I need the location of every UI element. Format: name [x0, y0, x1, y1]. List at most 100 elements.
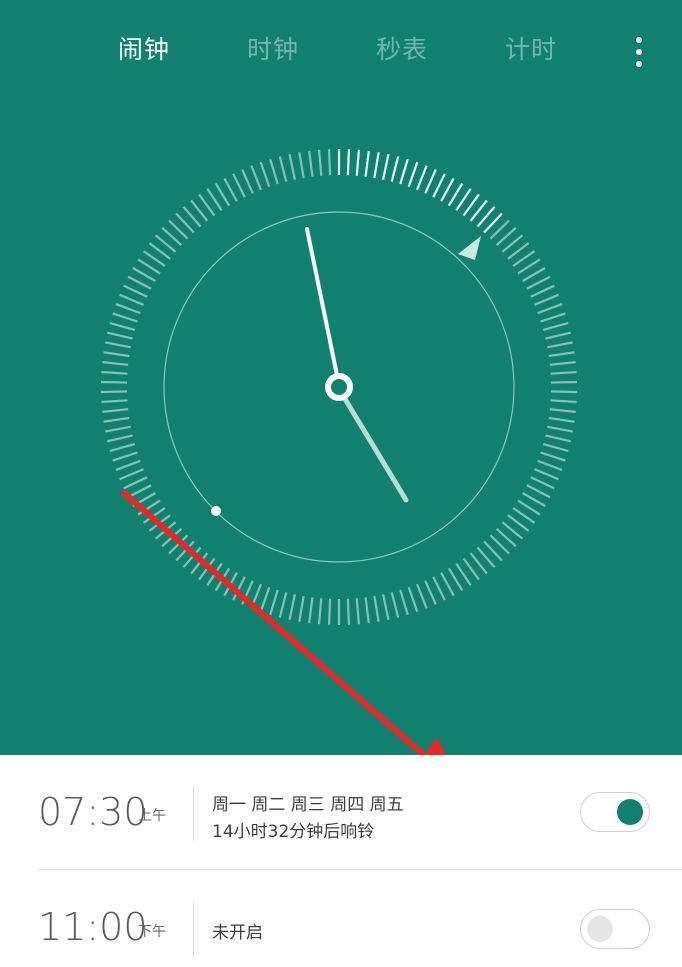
dial-tick [530, 284, 555, 298]
annotation-arrow [121, 490, 447, 755]
alarm-hero-panel: 闹钟 时钟 秒表 计时 [0, 0, 682, 755]
alarm-toggle[interactable] [580, 909, 650, 949]
dial-tick [105, 341, 131, 349]
dial-tick [547, 425, 573, 433]
tab-alarm[interactable]: 闹钟 [118, 30, 170, 70]
dial-tick [278, 592, 288, 618]
alarm-status: 未开启 [212, 923, 263, 943]
tab-stopwatch[interactable]: 秒表 [376, 30, 428, 70]
dial-tick [550, 390, 577, 394]
dial-tick [119, 468, 144, 481]
dial-tick [317, 598, 323, 625]
dial-tick [308, 597, 314, 624]
dial-tick [399, 589, 409, 616]
alarm-time: 11:00 [38, 905, 148, 949]
dial-tick [288, 594, 296, 621]
dial-tick [101, 390, 128, 394]
dial-tick [105, 425, 131, 433]
dial-tick [109, 442, 136, 453]
minute-hand [305, 227, 341, 387]
alarm-list: 07:30 上午 周一 周二 周三 周四 周五 14小时32分钟后响铃 11:0… [0, 755, 682, 967]
dial-tick [534, 468, 559, 481]
dial-tick [547, 341, 573, 349]
alarm-ampm: 上午 [138, 808, 166, 824]
dial-tick [390, 156, 400, 182]
dial-tick [549, 361, 576, 366]
dial-tick [107, 331, 133, 340]
dial-tick [123, 284, 148, 298]
alarm-ampm: 下午 [138, 924, 166, 940]
dial-tick [355, 598, 361, 625]
dial-tick [542, 321, 569, 332]
alarm-row-1100[interactable]: 11:00 下午 未开启 [0, 870, 682, 967]
dial-tick [269, 589, 279, 616]
vertical-divider [193, 787, 194, 841]
alarm-countdown: 14小时32分钟后响铃 [212, 822, 375, 842]
more-vertical-icon[interactable] [624, 34, 654, 70]
toggle-knob [587, 916, 613, 942]
dial-tick [550, 370, 577, 375]
dial-tick [364, 597, 370, 624]
dial-tick [548, 416, 575, 423]
tab-world-clock[interactable]: 时钟 [247, 30, 299, 70]
dial-tick [112, 312, 138, 323]
dial-tick [407, 161, 419, 188]
dial-tick [548, 351, 575, 358]
dial-tick [407, 586, 419, 613]
dial-tick [327, 149, 332, 176]
dial-tick [424, 580, 437, 605]
top-tab-bar: 闹钟 时钟 秒表 计时 [0, 0, 682, 100]
dial-tick [223, 177, 238, 202]
dial-tick [440, 177, 455, 202]
dial-tick [526, 275, 551, 290]
alarm-row-0730[interactable]: 07:30 上午 周一 周二 周三 周四 周五 14小时32分钟后响铃 [0, 755, 682, 867]
dial-tick [123, 476, 148, 490]
dial-tick [250, 165, 262, 191]
dial-tick [549, 408, 576, 413]
dial-tick [214, 182, 231, 207]
dial-tick [537, 459, 563, 471]
dial-tick [317, 149, 323, 176]
dial-tick [542, 442, 569, 453]
alarm-repeat-days: 周一 周二 周三 周四 周五 [212, 795, 404, 815]
dial-tick [522, 492, 546, 507]
dial-tick [259, 586, 271, 613]
dial-tick [432, 173, 446, 198]
alarm-toggle[interactable] [580, 792, 650, 832]
center-pivot [325, 373, 353, 401]
dial-tick [416, 165, 428, 191]
dial-tick [346, 149, 351, 176]
tab-timer[interactable]: 计时 [505, 30, 557, 70]
dial-tick [327, 598, 332, 625]
second-dot [211, 506, 221, 516]
dial-tick [416, 583, 428, 609]
dial-tick [382, 594, 390, 621]
dial-tick [103, 416, 130, 423]
dial-tick [373, 152, 380, 179]
dial-tick [288, 153, 296, 180]
dial-tick [127, 484, 152, 499]
dial-tick [382, 153, 390, 180]
dial-tick [522, 267, 546, 282]
dial-tick [373, 595, 380, 622]
dial-tick [355, 149, 361, 176]
dial-tick [109, 321, 136, 332]
alarm-time: 07:30 [38, 790, 148, 834]
dial-tick [550, 399, 577, 404]
dial-tick [101, 370, 128, 375]
dial-tick [119, 293, 144, 306]
dial-tick [132, 267, 156, 282]
dial-tick [308, 150, 314, 177]
dial-tick [232, 173, 246, 198]
dial-tick [102, 408, 129, 413]
dial-tick [399, 158, 409, 185]
dial-tick [537, 303, 563, 315]
dial-tick [526, 484, 551, 499]
dial-tick [545, 331, 571, 340]
dial-tick [390, 592, 400, 618]
dial-tick [534, 293, 559, 306]
hour-hand [336, 386, 409, 503]
dial-tick [298, 595, 305, 622]
dial-tick [364, 150, 370, 177]
dial-tick [447, 182, 464, 207]
